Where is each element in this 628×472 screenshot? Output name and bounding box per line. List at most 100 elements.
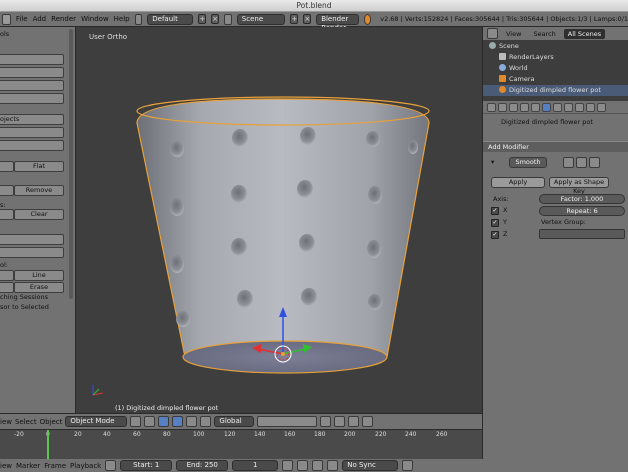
viewport-canvas[interactable] <box>77 27 481 413</box>
vertex-group-field[interactable] <box>539 229 625 239</box>
menu-file[interactable]: File <box>16 15 28 23</box>
menu-add[interactable]: Add <box>33 15 47 23</box>
remove-layout-button[interactable]: × <box>211 14 220 24</box>
render-tab-icon[interactable] <box>487 102 496 112</box>
modifiers-tab-icon[interactable] <box>542 102 551 112</box>
mode-selector[interactable]: Object Mode <box>65 416 128 427</box>
texture-tab-icon[interactable] <box>575 102 584 112</box>
outliner-editor-icon[interactable] <box>487 28 498 39</box>
sync-mode-selector[interactable]: No Sync <box>342 460 399 471</box>
outliner-row-scene[interactable]: Scene <box>483 41 628 52</box>
outliner-search-menu[interactable]: Search <box>529 29 559 39</box>
outliner-row-world[interactable]: World <box>483 63 628 74</box>
clear-button[interactable]: Clear <box>14 209 64 220</box>
render-toggle-icon[interactable] <box>563 157 574 168</box>
manipulator-toggle-icon[interactable] <box>158 416 170 427</box>
menu-select[interactable]: Select <box>15 418 37 426</box>
menu-help[interactable]: Help <box>114 15 130 23</box>
axis-z-checkbox[interactable]: ✓ <box>491 231 499 239</box>
tool-button[interactable] <box>0 234 64 245</box>
tool-button[interactable] <box>0 80 64 91</box>
menu-window[interactable]: Window <box>81 15 109 23</box>
editor-type-icon[interactable] <box>2 13 11 25</box>
end-frame-field[interactable]: End: 250 <box>176 460 229 471</box>
add-scene-button[interactable]: + <box>290 14 299 24</box>
tool-button[interactable] <box>0 140 64 151</box>
translate-manipulator-icon[interactable] <box>172 416 184 427</box>
grease-erase-button[interactable]: Erase <box>14 282 64 293</box>
material-tab-icon[interactable] <box>564 102 573 112</box>
orientation-selector[interactable]: Global <box>214 416 255 427</box>
tool-button[interactable] <box>0 185 14 196</box>
axis-x-checkbox[interactable]: ✓ <box>491 207 499 215</box>
world-tab-icon[interactable] <box>509 102 518 112</box>
jump-end-icon[interactable] <box>327 460 339 471</box>
add-layout-button[interactable]: + <box>198 14 207 24</box>
outliner-row-camera[interactable]: Camera <box>483 74 628 85</box>
layout-selector[interactable]: Default <box>147 13 194 25</box>
opengl-render-icon[interactable] <box>362 416 374 427</box>
shading-smooth-button[interactable] <box>0 161 14 172</box>
play-icon[interactable] <box>312 460 324 471</box>
snap-magnet-icon[interactable] <box>334 416 346 427</box>
tool-button[interactable] <box>0 93 64 104</box>
editmode-toggle-icon[interactable] <box>589 157 600 168</box>
tool-button[interactable] <box>0 127 64 138</box>
apply-as-shape-key-button[interactable]: Apply as Shape Key <box>549 177 609 195</box>
timeline-playhead[interactable] <box>47 430 49 459</box>
object-tab-icon[interactable] <box>520 102 529 112</box>
repeat-field[interactable]: Repeat: 6 <box>539 206 625 216</box>
scale-manipulator-icon[interactable] <box>200 416 212 427</box>
apply-button[interactable]: Apply <box>491 177 545 188</box>
layer-buttons[interactable] <box>257 416 318 427</box>
render-preview-icon[interactable] <box>348 416 360 427</box>
scene-selector[interactable]: Scene <box>236 13 286 25</box>
data-tab-icon[interactable] <box>553 102 562 112</box>
factor-field[interactable]: Factor: 1.000 <box>539 194 625 204</box>
remove-button[interactable]: Remove <box>14 185 64 196</box>
record-icon[interactable] <box>105 460 117 471</box>
jump-start-icon[interactable] <box>282 460 294 471</box>
current-frame-field[interactable]: 1 <box>232 460 279 471</box>
properties-editor[interactable]: Digitized dimpled flower pot Add Modifie… <box>482 101 628 459</box>
tool-shelf-scrollbar[interactable] <box>69 29 73 299</box>
timeline-menu-frame[interactable]: Frame <box>44 462 66 470</box>
tool-button[interactable] <box>0 282 14 293</box>
timeline-menu-view[interactable]: iew <box>0 462 12 470</box>
3d-viewport[interactable]: User Ortho (1) Digitized dimpled flower … <box>77 27 481 413</box>
modifier-name-field[interactable]: Smooth <box>509 157 547 168</box>
outliner[interactable]: View Search All Scenes Scene RenderLayer… <box>482 27 628 101</box>
axis-y-checkbox[interactable]: ✓ <box>491 219 499 227</box>
rotate-manipulator-icon[interactable] <box>186 416 198 427</box>
outliner-row-renderlayers[interactable]: RenderLayers <box>483 52 628 63</box>
timeline-menu-playback[interactable]: Playback <box>70 462 101 470</box>
screen-layout-icon[interactable] <box>134 13 143 25</box>
play-reverse-icon[interactable] <box>297 460 309 471</box>
collapse-arrow-icon[interactable]: ▾ <box>491 158 494 166</box>
timeline[interactable]: -20 0 20 40 60 80 100 120 140 160 180 20… <box>0 429 482 459</box>
tool-button[interactable] <box>0 54 64 65</box>
tool-button[interactable] <box>0 270 14 281</box>
constraints-tab-icon[interactable] <box>531 102 540 112</box>
menu-object[interactable]: Object <box>40 418 63 426</box>
menu-view[interactable]: iew <box>0 418 12 426</box>
outliner-row-flower-pot[interactable]: Digitized dimpled flower pot <box>483 85 628 96</box>
remove-scene-button[interactable]: × <box>303 14 312 24</box>
start-frame-field[interactable]: Start: 1 <box>120 460 173 471</box>
grease-line-button[interactable]: Line <box>14 270 64 281</box>
shading-flat-button[interactable]: Flat <box>14 161 64 172</box>
outliner-display-mode[interactable]: All Scenes <box>563 28 606 39</box>
tool-button[interactable] <box>0 209 14 220</box>
timeline-ruler[interactable]: -20 0 20 40 60 80 100 120 140 160 180 20… <box>0 430 482 439</box>
join-objects-button[interactable]: ojects <box>0 114 64 125</box>
lock-icon[interactable] <box>320 416 332 427</box>
scene-tab-icon[interactable] <box>498 102 507 112</box>
snap-cursor-to-selected[interactable]: sor to Selected <box>0 303 49 311</box>
timeline-menu-marker[interactable]: Marker <box>16 462 40 470</box>
pivot-point-icon[interactable] <box>144 416 156 427</box>
physics-tab-icon[interactable] <box>597 102 606 112</box>
viewport-shading-icon[interactable] <box>130 416 142 427</box>
tool-button[interactable] <box>0 67 64 78</box>
scene-icon[interactable] <box>224 13 232 25</box>
keying-set-icon[interactable] <box>402 460 414 471</box>
